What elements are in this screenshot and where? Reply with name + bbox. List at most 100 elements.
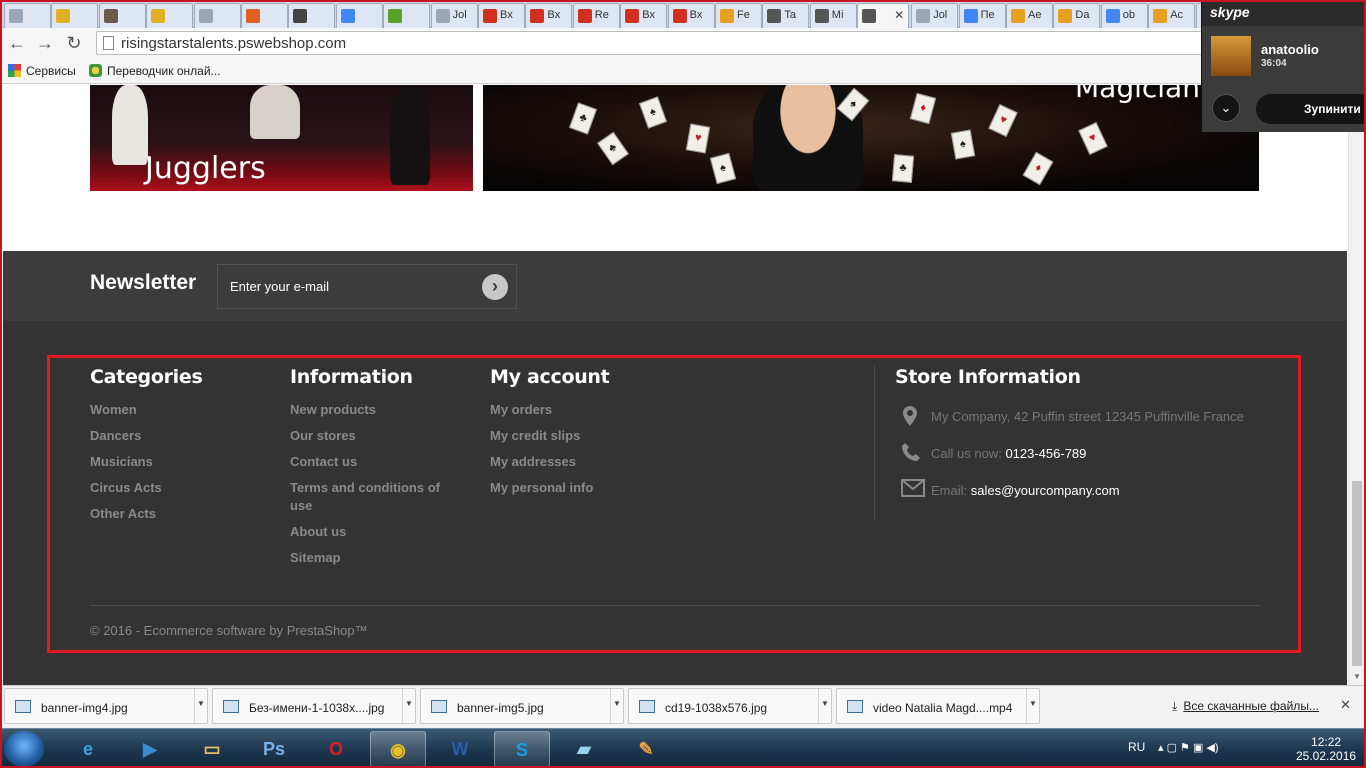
bookmark-translator[interactable]: Переводчик онлай... (89, 63, 221, 79)
browser-tab[interactable] (4, 3, 51, 28)
bookmark-services[interactable]: Сервисы (8, 63, 76, 79)
browser-tab[interactable]: Bx (478, 3, 525, 28)
dropdown-arrow-icon[interactable]: ▼ (610, 689, 623, 723)
browser-tab[interactable] (288, 3, 336, 28)
information-link[interactable]: About us (290, 523, 460, 541)
category-link[interactable]: Musicians (90, 453, 270, 471)
browser-tab[interactable]: Bx (620, 3, 668, 28)
browser-tab[interactable]: Fe (715, 3, 762, 28)
account-link[interactable]: My addresses (490, 453, 690, 471)
browser-tab[interactable] (335, 3, 383, 28)
show-all-downloads-link[interactable]: ⤓ Все скачанные файлы... (1172, 699, 1319, 714)
browser-tab[interactable]: Re (572, 3, 620, 28)
tab-label: ob (1122, 9, 1136, 21)
store-email[interactable]: sales@yourcompany.com (971, 483, 1120, 498)
page-scrollbar[interactable]: ▲ ▼ (1348, 85, 1364, 685)
system-clock[interactable]: 12:22 25.02.2016 (1296, 735, 1356, 763)
download-filename: video Natalia Magd....mp4 (873, 701, 1013, 715)
back-arrow-icon[interactable]: ← (6, 32, 28, 54)
newsletter-email-input[interactable]: Enter your e-mail (230, 279, 329, 294)
file-explorer-icon[interactable]: ▭ (184, 731, 240, 767)
browser-tab[interactable]: Пе (958, 3, 1006, 28)
url-text[interactable]: risingstarstalents.pswebshop.com (121, 35, 346, 52)
browser-tab[interactable] (193, 3, 241, 28)
download-filename: cd19-1038x576.jpg (665, 701, 768, 715)
information-link[interactable]: Terms and conditions of use (290, 479, 460, 515)
category-link[interactable]: Women (90, 401, 270, 419)
google-icon (340, 9, 355, 23)
browser-tab[interactable] (51, 3, 99, 28)
page-icon (103, 36, 114, 50)
chevron-down-icon[interactable]: ⌄ (1212, 94, 1240, 122)
submit-arrow-icon[interactable]: › (482, 274, 508, 300)
bookmarks-bar: Сервисы Переводчик онлай... (0, 58, 1366, 84)
juggler-figure (250, 85, 300, 139)
translate-icon (963, 9, 978, 23)
scroll-down-arrow-icon[interactable]: ▼ (1352, 672, 1362, 681)
gmail-icon (530, 9, 545, 23)
dropdown-arrow-icon[interactable]: ▼ (818, 689, 831, 723)
stop-call-button[interactable]: Зупинити і (1256, 94, 1366, 124)
download-arrow-icon: ⤓ (1172, 699, 1178, 713)
information-link[interactable]: Our stores (290, 427, 460, 445)
browser-tab[interactable]: ob (1100, 3, 1148, 28)
skype-icon[interactable]: S (494, 731, 550, 767)
browser-tab[interactable] (98, 3, 146, 28)
browser-tab[interactable]: ✕ (857, 3, 910, 28)
account-link[interactable]: My credit slips (490, 427, 690, 445)
language-indicator[interactable]: RU (1128, 740, 1145, 768)
reload-icon[interactable]: ↻ (63, 32, 85, 54)
opera-icon[interactable]: O (308, 731, 364, 767)
information-link[interactable]: Contact us (290, 453, 460, 471)
browser-tab[interactable]: Bx (667, 3, 715, 28)
forward-arrow-icon[interactable]: → (34, 32, 56, 54)
media-player-icon[interactable]: ▶ (122, 731, 178, 767)
browser-tab[interactable]: Ae (1006, 3, 1053, 28)
browser-tab[interactable] (383, 3, 431, 28)
browser-tab[interactable]: Bx (525, 3, 573, 28)
category-link[interactable]: Dancers (90, 427, 270, 445)
paint-icon[interactable]: ✎ (618, 731, 674, 767)
store-phone[interactable]: 0123-456-789 (1005, 446, 1086, 461)
information-link[interactable]: New products (290, 401, 460, 419)
dropdown-arrow-icon[interactable]: ▼ (194, 689, 207, 723)
browser-tab[interactable]: Ta (762, 3, 810, 28)
download-item[interactable]: Без-имени-1-1038x....jpg ▼ (212, 688, 416, 724)
footer-heading-categories[interactable]: Categories (90, 366, 270, 388)
address-bar[interactable]: risingstarstalents.pswebshop.com (96, 31, 1206, 55)
notes-icon[interactable]: ▰ (556, 731, 612, 767)
photoshop-icon[interactable]: Ps (246, 731, 302, 767)
category-link[interactable]: Circus Acts (90, 479, 270, 497)
tab-label: Пе (980, 9, 995, 21)
start-button[interactable] (4, 731, 44, 767)
word-icon[interactable]: W (432, 731, 488, 767)
apps-icon (8, 64, 21, 77)
footer-heading-my-account[interactable]: My account (490, 366, 690, 388)
download-item[interactable]: video Natalia Magd....mp4 ▼ (836, 688, 1040, 724)
dropdown-arrow-icon[interactable]: ▼ (402, 689, 415, 723)
account-link[interactable]: My personal info (490, 479, 690, 497)
browser-tab[interactable]: Ac (1148, 3, 1196, 28)
close-icon[interactable]: ✕ (1340, 697, 1351, 713)
download-item[interactable]: banner-img4.jpg ▼ (4, 688, 208, 724)
scrollbar-thumb[interactable] (1352, 481, 1362, 666)
download-item[interactable]: cd19-1038x576.jpg ▼ (628, 688, 832, 724)
browser-tab[interactable] (146, 3, 194, 28)
chrome-icon[interactable]: ◉ (370, 731, 426, 767)
tray-icons[interactable]: ▴ ▢ ⚑ ▣ ◀) (1158, 741, 1219, 768)
category-link[interactable]: Other Acts (90, 505, 270, 523)
browser-tab[interactable]: Jol (430, 3, 478, 28)
download-item[interactable]: banner-img5.jpg ▼ (420, 688, 624, 724)
call-label: Call us now: (931, 446, 1002, 461)
magician-banner[interactable]: ♠ ♥ ♣ ♦ ♠ ♥ ♣ ♠ ♦ ♣ ♥ ♠ Magician (483, 85, 1259, 191)
browser-tab[interactable]: Mi (809, 3, 857, 28)
information-link[interactable]: Sitemap (290, 549, 460, 567)
dropdown-arrow-icon[interactable]: ▼ (1026, 689, 1039, 723)
jugglers-banner[interactable]: Jugglers (90, 85, 473, 191)
account-link[interactable]: My orders (490, 401, 690, 419)
browser-tab[interactable]: Da (1053, 3, 1101, 28)
close-icon[interactable]: ✕ (894, 8, 904, 22)
browser-tab[interactable]: Jol (911, 3, 959, 28)
internet-explorer-icon[interactable]: e (60, 731, 116, 767)
browser-tab[interactable] (241, 3, 288, 28)
